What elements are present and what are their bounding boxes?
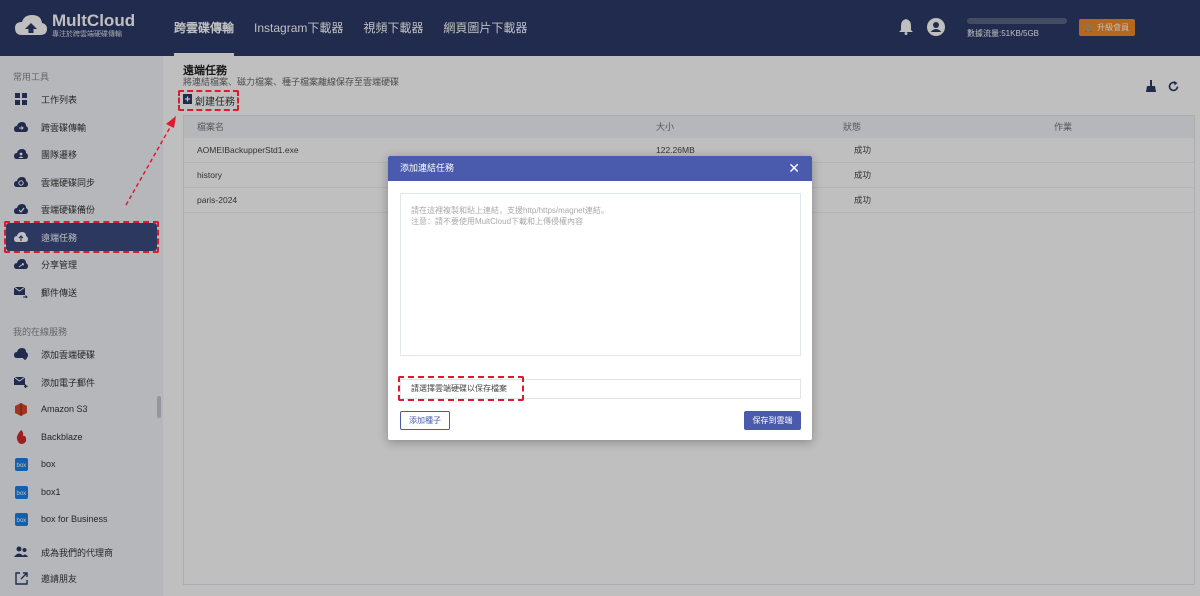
annotation-arrow <box>125 116 176 206</box>
